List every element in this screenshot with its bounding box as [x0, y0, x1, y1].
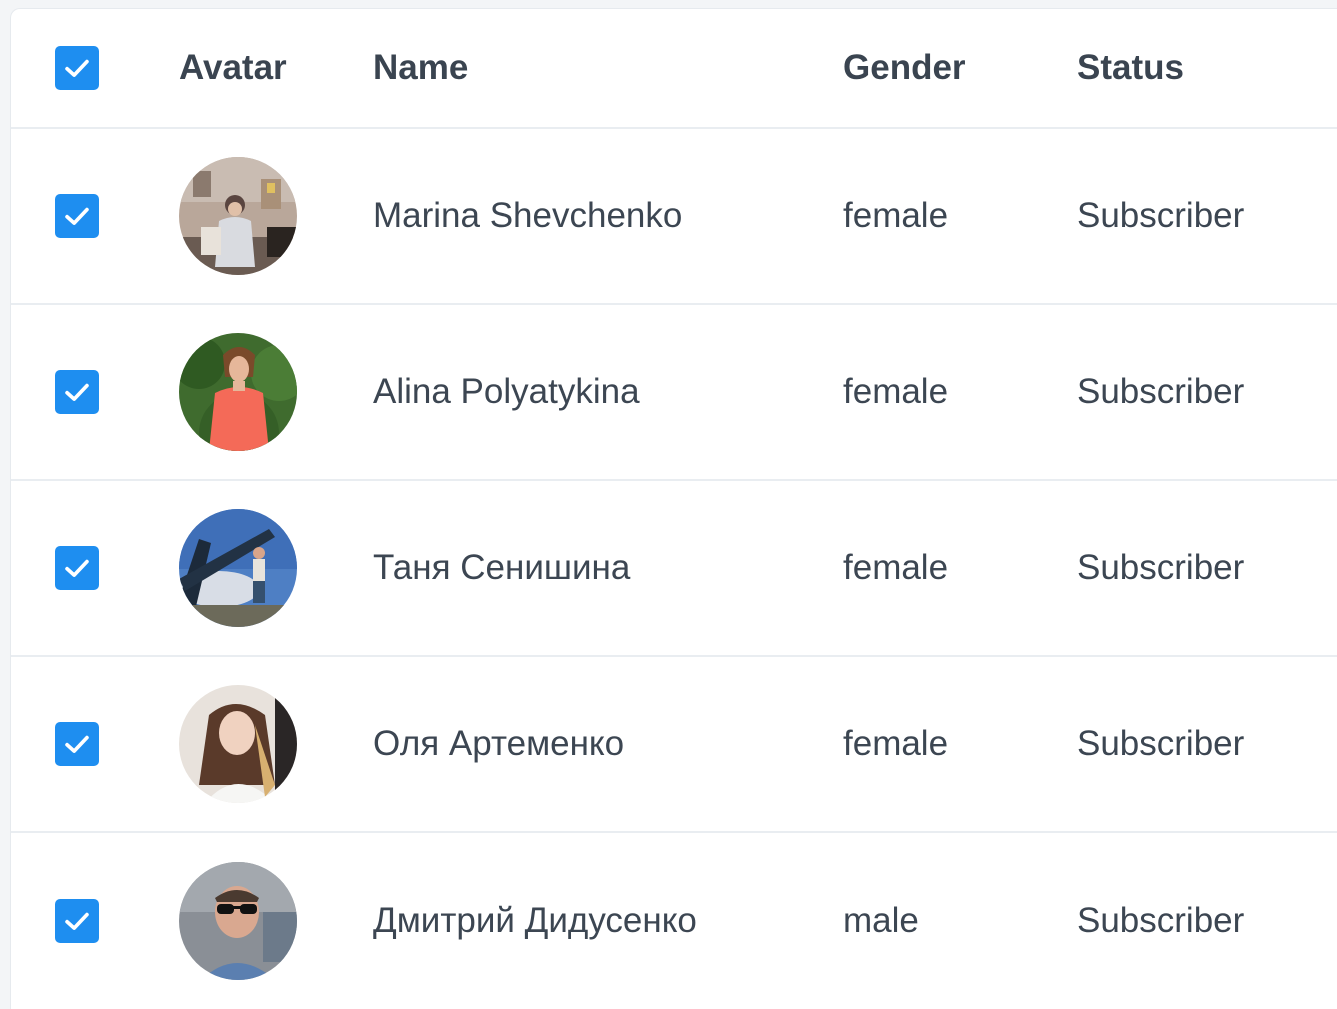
row-checkbox[interactable]	[55, 899, 99, 943]
table-row[interactable]: Marina Shevchenko female Subscriber	[11, 129, 1337, 305]
user-name[interactable]: Оля Артеменко	[373, 657, 624, 831]
table-row[interactable]: Дмитрий Дидусенко male Subscriber	[11, 833, 1337, 1009]
column-header-name[interactable]: Name	[373, 9, 468, 127]
row-select-cell	[55, 833, 99, 1009]
user-name[interactable]: Дмитрий Дидусенко	[373, 833, 697, 1009]
table-row[interactable]: Alina Polyatykina female Subscriber	[11, 305, 1337, 481]
row-checkbox[interactable]	[55, 546, 99, 590]
user-name[interactable]: Таня Сенишина	[373, 481, 630, 655]
row-checkbox[interactable]	[55, 194, 99, 238]
avatar-cell	[179, 129, 297, 303]
avatar-photo-icon	[179, 685, 297, 803]
avatar-photo-icon	[179, 509, 297, 627]
user-gender: female	[843, 196, 949, 235]
avatar[interactable]	[179, 862, 297, 980]
user-gender: female	[843, 548, 949, 587]
table-row[interactable]: Оля Артеменко female Subscriber	[11, 657, 1337, 833]
select-all-checkbox[interactable]	[55, 46, 99, 90]
avatar-photo-icon	[179, 157, 297, 275]
avatar-cell	[179, 481, 297, 655]
user-name[interactable]: Alina Polyatykina	[373, 305, 640, 479]
avatar[interactable]	[179, 509, 297, 627]
avatar[interactable]	[179, 157, 297, 275]
column-header-gender[interactable]: Gender	[843, 9, 966, 127]
row-select-cell	[55, 129, 99, 303]
table-row[interactable]: Таня Сенишина female Subscriber	[11, 481, 1337, 657]
table-header: Avatar Name Gender Status	[11, 9, 1337, 129]
row-select-cell	[55, 481, 99, 655]
avatar-cell	[179, 833, 297, 1009]
checkmark-icon	[65, 735, 89, 753]
user-status: Subscriber	[1077, 372, 1245, 411]
user-status: Subscriber	[1077, 196, 1245, 235]
user-status: Subscriber	[1077, 901, 1245, 940]
avatar[interactable]	[179, 685, 297, 803]
row-select-cell	[55, 657, 99, 831]
user-name[interactable]: Marina Shevchenko	[373, 129, 682, 303]
checkmark-icon	[65, 207, 89, 225]
checkmark-icon	[65, 559, 89, 577]
user-status: Subscriber	[1077, 724, 1245, 763]
row-checkbox[interactable]	[55, 722, 99, 766]
user-status: Subscriber	[1077, 548, 1245, 587]
user-gender: female	[843, 724, 949, 763]
column-header-avatar[interactable]: Avatar	[179, 9, 287, 127]
user-gender: female	[843, 372, 949, 411]
select-all-cell	[55, 9, 99, 127]
avatar-photo-icon	[179, 862, 297, 980]
avatar-cell	[179, 305, 297, 479]
avatar-photo-icon	[179, 333, 297, 451]
checkmark-icon	[65, 912, 89, 930]
avatar-cell	[179, 657, 297, 831]
avatar[interactable]	[179, 333, 297, 451]
row-checkbox[interactable]	[55, 370, 99, 414]
checkmark-icon	[65, 383, 89, 401]
checkmark-icon	[65, 59, 89, 77]
users-table: Avatar Name Gender Status Marina Shevche…	[10, 8, 1337, 1009]
user-gender: male	[843, 901, 919, 940]
row-select-cell	[55, 305, 99, 479]
column-header-status[interactable]: Status	[1077, 9, 1184, 127]
